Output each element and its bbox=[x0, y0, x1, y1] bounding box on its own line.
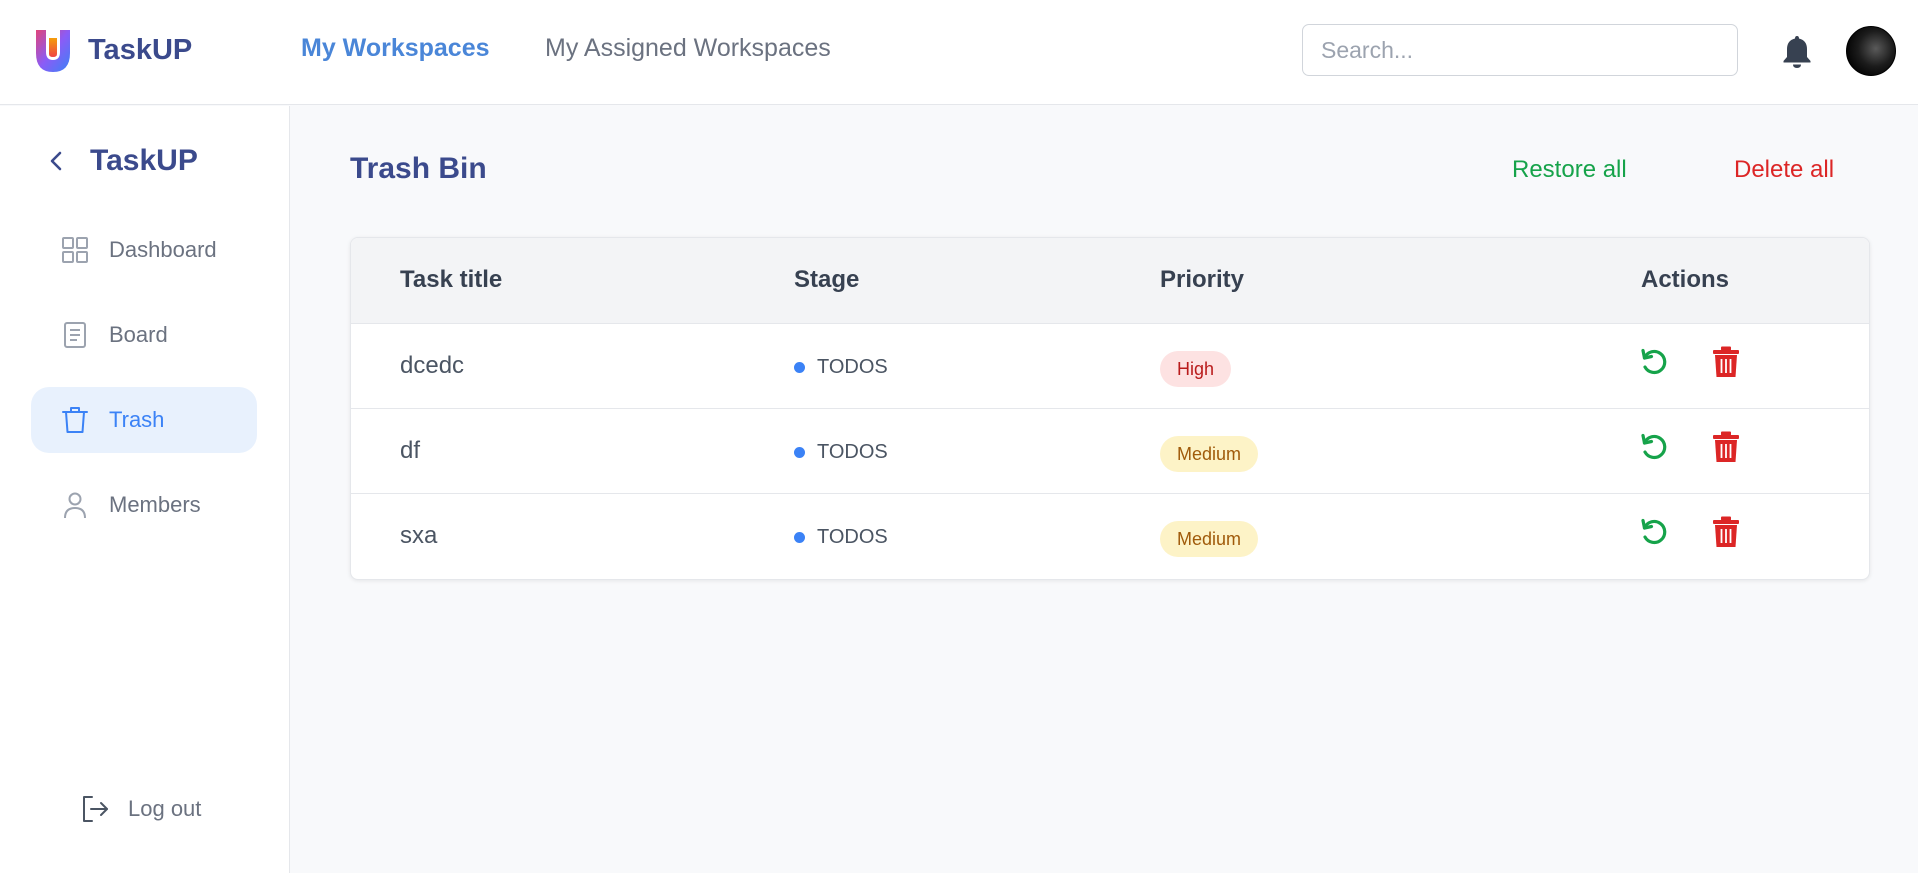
restore-icon[interactable] bbox=[1638, 346, 1670, 378]
sidebar-item-label: Dashboard bbox=[109, 237, 217, 262]
sidebar: TaskUP Dashboard Board Trash Members Log… bbox=[0, 106, 290, 873]
page-title: Trash Bin bbox=[350, 152, 487, 185]
trash-icon[interactable] bbox=[1712, 346, 1740, 378]
bell-icon[interactable] bbox=[1782, 34, 1812, 68]
sidebar-item-label: Trash bbox=[109, 407, 165, 432]
column-header-priority: Priority bbox=[1160, 266, 1245, 293]
sidebar-item-label: Members bbox=[109, 492, 201, 517]
table-row: df TODOS Medium bbox=[351, 409, 1869, 494]
stage-label: TODOS bbox=[817, 441, 888, 463]
logo[interactable]: TaskUP bbox=[32, 26, 192, 74]
column-header-task-title: Task title bbox=[400, 266, 503, 293]
document-icon bbox=[64, 322, 86, 348]
table-header: Task title Stage Priority Actions bbox=[351, 238, 1869, 324]
stage-dot bbox=[794, 362, 805, 373]
sidebar-item-label: Board bbox=[109, 322, 168, 347]
search-input[interactable] bbox=[1302, 24, 1738, 76]
logout-button[interactable]: Log out bbox=[80, 794, 201, 824]
stage-dot bbox=[794, 447, 805, 458]
task-stage: TODOS bbox=[794, 526, 888, 549]
column-header-actions: Actions bbox=[1641, 266, 1730, 293]
sidebar-header: TaskUP bbox=[46, 144, 198, 178]
top-navbar: TaskUP My Workspaces My Assigned Workspa… bbox=[0, 0, 1918, 105]
task-title: sxa bbox=[400, 522, 438, 549]
sidebar-title: TaskUP bbox=[90, 144, 198, 177]
chevron-left-icon[interactable] bbox=[46, 150, 68, 172]
delete-all-button[interactable]: Delete all bbox=[1734, 156, 1834, 184]
stage-dot bbox=[794, 532, 805, 543]
logout-label: Log out bbox=[128, 796, 202, 821]
taskup-logo-icon bbox=[36, 30, 70, 72]
logout-icon bbox=[83, 796, 108, 822]
sidebar-item-board[interactable]: Board bbox=[31, 302, 257, 368]
tab-my-assigned-workspaces[interactable]: My Assigned Workspaces bbox=[545, 34, 831, 63]
restore-all-button[interactable]: Restore all bbox=[1512, 156, 1627, 184]
table-row: dcedc TODOS High bbox=[351, 324, 1869, 409]
trash-icon bbox=[62, 407, 88, 433]
grid-icon bbox=[62, 237, 88, 263]
tab-my-workspaces[interactable]: My Workspaces bbox=[301, 34, 490, 63]
task-stage: TODOS bbox=[794, 441, 888, 464]
column-header-stage: Stage bbox=[794, 266, 860, 293]
task-title: df bbox=[400, 437, 421, 464]
table-row: sxa TODOS Medium bbox=[351, 494, 1869, 579]
stage-label: TODOS bbox=[817, 526, 888, 548]
priority-badge: Medium bbox=[1160, 521, 1259, 557]
task-title: dcedc bbox=[400, 352, 465, 379]
trash-table: Task title Stage Priority Actions dcedc … bbox=[350, 237, 1870, 580]
stage-label: TODOS bbox=[817, 356, 888, 378]
avatar[interactable] bbox=[1846, 26, 1896, 76]
trash-icon[interactable] bbox=[1712, 516, 1740, 548]
task-stage: TODOS bbox=[794, 356, 888, 379]
restore-icon[interactable] bbox=[1638, 431, 1670, 463]
priority-badge: Medium bbox=[1160, 436, 1259, 472]
app-name: TaskUP bbox=[88, 33, 193, 66]
trash-icon[interactable] bbox=[1712, 431, 1740, 463]
priority-badge: High bbox=[1160, 351, 1232, 387]
sidebar-item-dashboard[interactable]: Dashboard bbox=[31, 217, 257, 283]
sidebar-item-members[interactable]: Members bbox=[31, 472, 257, 538]
sidebar-item-trash[interactable]: Trash bbox=[31, 387, 257, 453]
user-icon bbox=[64, 492, 86, 519]
restore-icon[interactable] bbox=[1638, 516, 1670, 548]
